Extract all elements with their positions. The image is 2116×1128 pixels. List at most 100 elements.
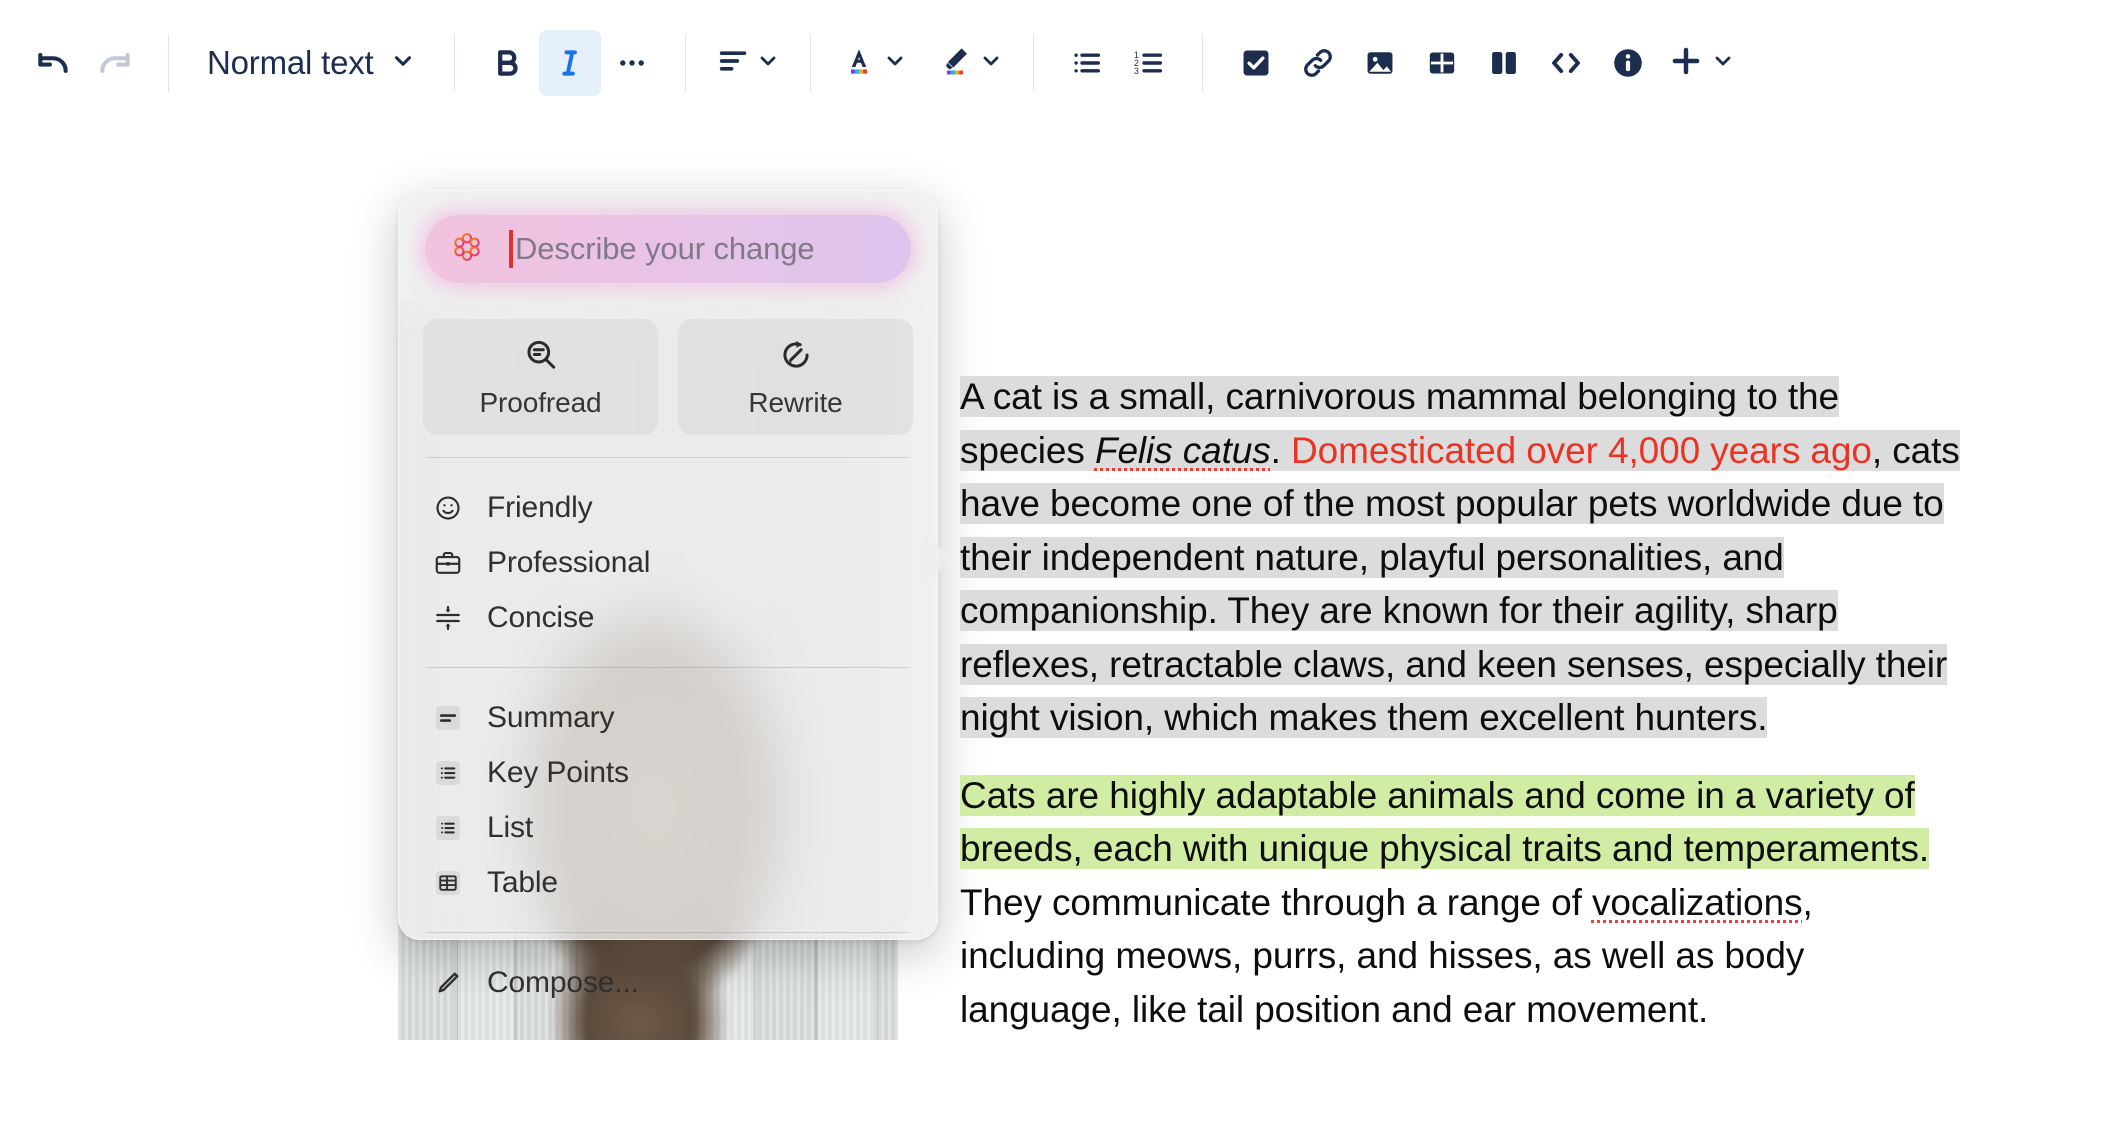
proofread-button[interactable]: Proofread bbox=[423, 319, 658, 435]
text-color-dropdown[interactable] bbox=[833, 30, 915, 96]
menu-item-key-points[interactable]: Key Points bbox=[423, 745, 913, 800]
columns-icon bbox=[1487, 46, 1521, 80]
insert-image-button[interactable] bbox=[1349, 30, 1411, 96]
menu-label-compose: Compose... bbox=[487, 966, 639, 1000]
insert-link-button[interactable] bbox=[1287, 30, 1349, 96]
insert-dropdown[interactable] bbox=[1659, 30, 1743, 96]
columns-button[interactable] bbox=[1473, 30, 1535, 96]
briefcase-icon bbox=[431, 546, 465, 580]
paragraph-1[interactable]: A cat is a small, carnivorous mammal bel… bbox=[960, 370, 1960, 745]
link-icon bbox=[1300, 45, 1336, 81]
toolbar-divider bbox=[168, 34, 169, 92]
list-icon bbox=[431, 811, 465, 845]
text-color-icon bbox=[841, 43, 877, 84]
table-icon bbox=[431, 866, 465, 900]
menu-label-table: Table bbox=[487, 866, 558, 900]
ai-prompt-placeholder: Describe your change bbox=[515, 231, 815, 267]
redo-icon bbox=[96, 44, 134, 82]
quick-actions-row: Proofread Rewrite bbox=[423, 319, 913, 435]
numbered-list-button[interactable]: 1 2 3 bbox=[1118, 30, 1180, 96]
editor-page: Normal text bbox=[0, 0, 2116, 1128]
info-icon bbox=[1610, 45, 1646, 81]
p1-seg5: , cats have become one of the most popul… bbox=[960, 430, 1960, 739]
ai-assistant-popup: Describe your change Proofread bbox=[398, 190, 938, 940]
menu-divider bbox=[427, 457, 909, 458]
info-panel-button[interactable] bbox=[1597, 30, 1659, 96]
menu-label-list: List bbox=[487, 811, 533, 845]
ai-prompt-input[interactable]: Describe your change bbox=[425, 215, 911, 283]
menu-label-key-points: Key Points bbox=[487, 756, 629, 790]
bold-icon bbox=[491, 46, 525, 80]
bullet-list-icon bbox=[431, 756, 465, 790]
chevron-down-icon bbox=[756, 49, 780, 78]
document-body[interactable]: A cat is a small, carnivorous mammal bel… bbox=[960, 370, 1960, 1036]
bullet-list-icon bbox=[1070, 46, 1104, 80]
code-block-button[interactable] bbox=[1535, 30, 1597, 96]
editor-toolbar: Normal text bbox=[0, 0, 2116, 126]
menu-divider bbox=[427, 667, 909, 668]
menu-item-friendly[interactable]: Friendly bbox=[423, 480, 913, 535]
smiley-icon bbox=[431, 491, 465, 525]
highlighter-pen-icon bbox=[937, 43, 973, 84]
ellipsis-icon bbox=[615, 46, 649, 80]
italic-icon bbox=[553, 46, 587, 80]
more-formatting-button[interactable] bbox=[601, 30, 663, 96]
svg-text:3: 3 bbox=[1133, 66, 1138, 76]
menu-item-summary[interactable]: Summary bbox=[423, 690, 913, 745]
paragraph-2[interactable]: Cats are highly adaptable animals and co… bbox=[960, 769, 1960, 1037]
menu-label-friendly: Friendly bbox=[487, 491, 593, 525]
p1-seg4-red: Domesticated over 4,000 years ago bbox=[1291, 430, 1872, 471]
plus-icon bbox=[1667, 42, 1705, 85]
toolbar-divider bbox=[454, 34, 455, 92]
menu-divider bbox=[427, 932, 909, 933]
p1-seg2-italic-misspelled: Felis catus bbox=[1095, 430, 1271, 471]
rewrite-button[interactable]: Rewrite bbox=[678, 319, 913, 435]
text-cursor bbox=[509, 230, 513, 268]
insert-table-button[interactable] bbox=[1411, 30, 1473, 96]
menu-label-summary: Summary bbox=[487, 701, 614, 735]
text-style-label: Normal text bbox=[207, 44, 374, 82]
undo-button[interactable] bbox=[22, 30, 84, 96]
toolbar-divider bbox=[1202, 34, 1203, 92]
summary-lines-icon bbox=[431, 701, 465, 735]
p1-seg3: . bbox=[1271, 430, 1291, 471]
toolbar-divider bbox=[810, 34, 811, 92]
chevron-down-icon bbox=[979, 49, 1003, 78]
bold-button[interactable] bbox=[477, 30, 539, 96]
code-icon bbox=[1548, 45, 1584, 81]
circular-arrow-pencil-icon bbox=[777, 336, 815, 379]
numbered-list-icon: 1 2 3 bbox=[1132, 46, 1166, 80]
menu-item-compose[interactable]: Compose... bbox=[423, 955, 913, 1010]
magnifier-text-icon bbox=[522, 336, 560, 379]
p2-seg1-highlighted: Cats are highly adaptable animals and co… bbox=[960, 775, 1929, 870]
italic-button[interactable] bbox=[539, 30, 601, 96]
align-left-icon bbox=[716, 44, 750, 83]
chevron-down-icon bbox=[1711, 49, 1735, 78]
popup-pointer-arrow bbox=[922, 531, 952, 587]
undo-icon bbox=[34, 44, 72, 82]
menu-item-table[interactable]: Table bbox=[423, 855, 913, 910]
menu-item-list[interactable]: List bbox=[423, 800, 913, 855]
menu-label-concise: Concise bbox=[487, 601, 594, 635]
image-icon bbox=[1363, 46, 1397, 80]
ai-sparkle-icon bbox=[447, 229, 487, 269]
checklist-button[interactable] bbox=[1225, 30, 1287, 96]
p2-seg3-misspelled: vocalizations bbox=[1592, 882, 1803, 923]
table-icon bbox=[1425, 46, 1459, 80]
compress-icon bbox=[431, 601, 465, 635]
menu-item-professional[interactable]: Professional bbox=[423, 535, 913, 590]
redo-button[interactable] bbox=[84, 30, 146, 96]
p2-seg2: They communicate through a range of bbox=[960, 882, 1592, 923]
toolbar-divider bbox=[685, 34, 686, 92]
rewrite-label: Rewrite bbox=[748, 387, 842, 419]
chevron-down-icon bbox=[883, 49, 907, 78]
pencil-icon bbox=[431, 966, 465, 1000]
proofread-label: Proofread bbox=[479, 387, 601, 419]
menu-item-concise[interactable]: Concise bbox=[423, 590, 913, 645]
menu-label-professional: Professional bbox=[487, 546, 650, 580]
text-style-dropdown[interactable]: Normal text bbox=[191, 30, 432, 96]
toolbar-divider bbox=[1033, 34, 1034, 92]
bulleted-list-button[interactable] bbox=[1056, 30, 1118, 96]
highlight-color-dropdown[interactable] bbox=[929, 30, 1011, 96]
alignment-dropdown[interactable] bbox=[708, 30, 788, 96]
